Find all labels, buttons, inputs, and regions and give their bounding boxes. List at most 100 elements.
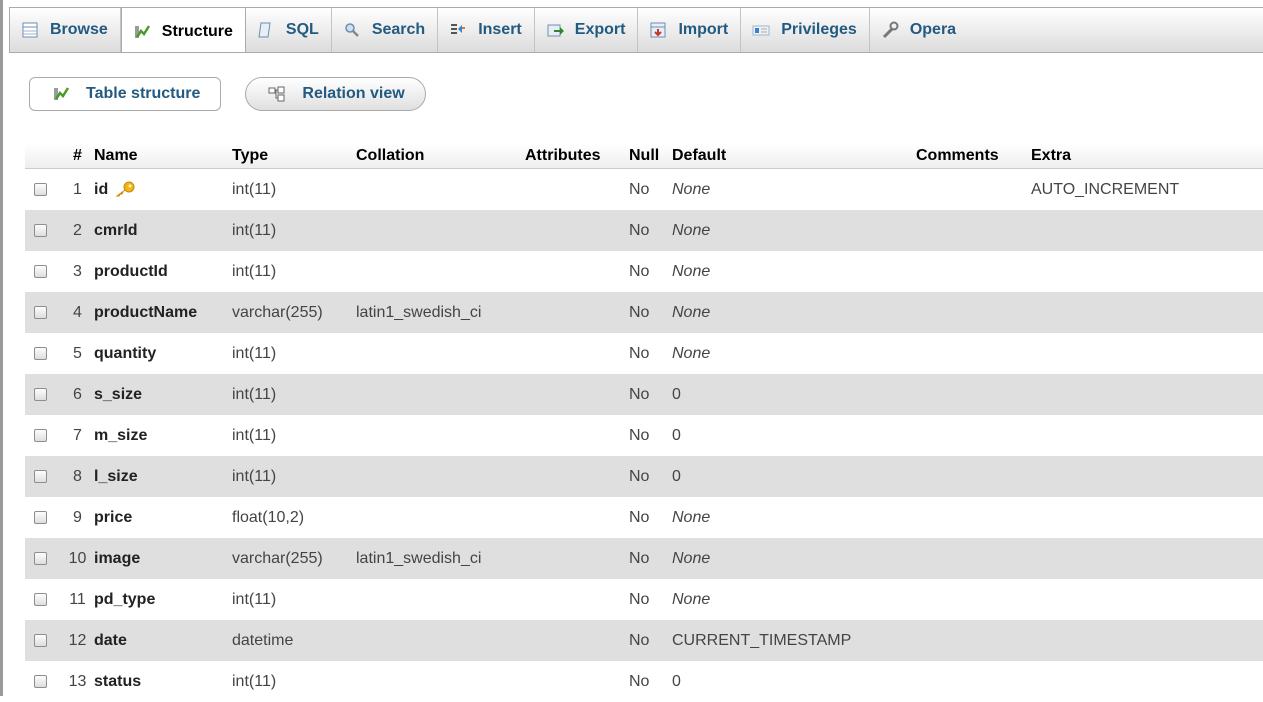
table-row[interactable]: 12 date datetime No CURRENT_TIMESTAMP xyxy=(25,620,1263,661)
column-extra xyxy=(1031,210,1263,251)
row-checkbox[interactable] xyxy=(34,264,47,278)
table-row[interactable]: 3 productId int(11) No None xyxy=(25,251,1263,292)
column-name-cell: image xyxy=(94,538,232,579)
row-number: 9 xyxy=(61,497,94,538)
column-default: None xyxy=(672,210,916,251)
left-border xyxy=(0,0,3,696)
table-header-row: # Name Type Collation Attributes Null De… xyxy=(25,144,1263,169)
table-row[interactable]: 1 id int(11) No None AUTO_INCREMENT xyxy=(25,168,1263,210)
header-attributes: Attributes xyxy=(525,144,629,169)
row-checkbox[interactable] xyxy=(34,469,47,483)
browse-icon xyxy=(22,22,38,38)
column-attributes xyxy=(525,456,629,497)
table-row[interactable]: 5 quantity int(11) No None xyxy=(25,333,1263,374)
column-collation xyxy=(356,579,525,620)
tab-sql[interactable]: SQL xyxy=(246,8,332,52)
column-comments xyxy=(916,210,1031,251)
tab-label: Structure xyxy=(161,23,233,40)
table-row[interactable]: 10 image varchar(255) latin1_swedish_ci No No… xyxy=(25,538,1263,579)
column-null: No xyxy=(629,251,672,292)
row-number: 8 xyxy=(61,456,94,497)
column-collation xyxy=(356,620,525,661)
row-checkbox[interactable] xyxy=(34,551,47,565)
column-name: productId xyxy=(94,262,168,280)
row-checkbox-cell xyxy=(25,415,61,456)
table-row[interactable]: 6 s_size int(11) No 0 xyxy=(25,374,1263,415)
column-attributes xyxy=(525,374,629,415)
tab-search[interactable]: Search xyxy=(332,8,439,52)
column-name: l_size xyxy=(94,467,138,485)
relation-view-button[interactable]: Relation view xyxy=(245,77,426,111)
row-checkbox[interactable] xyxy=(34,346,47,360)
row-checkbox[interactable] xyxy=(34,510,47,524)
row-checkbox[interactable] xyxy=(34,428,47,442)
column-attributes xyxy=(525,497,629,538)
column-collation xyxy=(356,210,525,251)
row-checkbox[interactable] xyxy=(34,633,47,647)
row-checkbox[interactable] xyxy=(34,387,47,401)
column-comments xyxy=(916,374,1031,415)
column-collation: latin1_swedish_ci xyxy=(356,292,525,333)
column-name-cell: s_size xyxy=(94,374,232,415)
column-comments xyxy=(916,333,1031,374)
column-name-cell: quantity xyxy=(94,333,232,374)
column-type: int(11) xyxy=(232,456,356,497)
table-tabs: Browse Structure SQL Search Insert Expor… xyxy=(9,7,1263,53)
header-name[interactable]: Name xyxy=(94,144,232,169)
tab-import[interactable]: Import xyxy=(638,8,742,52)
column-collation xyxy=(356,168,525,210)
row-number: 11 xyxy=(61,579,94,620)
tab-browse[interactable]: Browse xyxy=(10,8,121,52)
table-row[interactable]: 7 m_size int(11) No 0 xyxy=(25,415,1263,456)
table-row[interactable]: 8 l_size int(11) No 0 xyxy=(25,456,1263,497)
column-attributes xyxy=(525,620,629,661)
column-default: 0 xyxy=(672,374,916,415)
table-row[interactable]: 9 price float(10,2) No None xyxy=(25,497,1263,538)
tab-operations[interactable]: Opera xyxy=(870,8,968,52)
column-name: s_size xyxy=(94,385,143,403)
row-number: 3 xyxy=(61,251,94,292)
column-extra xyxy=(1031,251,1263,292)
column-attributes xyxy=(525,210,629,251)
subtab-label: Table structure xyxy=(86,85,201,102)
column-null: No xyxy=(629,374,672,415)
column-extra xyxy=(1031,456,1263,497)
tab-structure[interactable]: Structure xyxy=(120,8,246,52)
column-name: quantity xyxy=(94,344,157,362)
row-checkbox[interactable] xyxy=(34,305,47,319)
column-name-cell: id xyxy=(94,168,232,210)
column-default: 0 xyxy=(672,456,916,497)
row-checkbox[interactable] xyxy=(34,592,47,606)
structure-table: # Name Type Collation Attributes Null De… xyxy=(25,144,1263,702)
table-row[interactable]: 4 productName varchar(255) latin1_swedish_c… xyxy=(25,292,1263,333)
row-checkbox-cell xyxy=(25,538,61,579)
column-name-cell: price xyxy=(94,497,232,538)
table-structure-button[interactable]: Table structure xyxy=(29,77,222,111)
column-type: float(10,2) xyxy=(232,497,356,538)
tab-privileges[interactable]: Privileges xyxy=(741,8,870,52)
row-checkbox[interactable] xyxy=(34,182,47,196)
column-extra: AUTO_INCREMENT xyxy=(1031,168,1263,210)
row-checkbox-cell xyxy=(25,168,61,210)
row-checkbox-cell xyxy=(25,210,61,251)
row-checkbox-cell xyxy=(25,333,61,374)
column-name: id xyxy=(94,180,109,198)
column-attributes xyxy=(525,251,629,292)
column-null: No xyxy=(629,210,672,251)
column-null: No xyxy=(629,456,672,497)
tab-export[interactable]: Export xyxy=(535,8,639,52)
column-null: No xyxy=(629,168,672,210)
table-row[interactable]: 11 pd_type int(11) No None xyxy=(25,579,1263,620)
tab-label: Search xyxy=(371,21,426,38)
tab-label: Import xyxy=(678,21,729,38)
header-null: Null xyxy=(629,144,672,169)
column-comments xyxy=(916,415,1031,456)
column-type: int(11) xyxy=(232,579,356,620)
row-checkbox[interactable] xyxy=(34,674,47,688)
column-name-cell: m_size xyxy=(94,415,232,456)
row-checkbox[interactable] xyxy=(34,223,47,237)
header-comments: Comments xyxy=(916,144,1031,169)
table-row[interactable]: 2 cmrId int(11) No None xyxy=(25,210,1263,251)
tab-label: SQL xyxy=(285,21,319,38)
tab-insert[interactable]: Insert xyxy=(438,8,535,52)
